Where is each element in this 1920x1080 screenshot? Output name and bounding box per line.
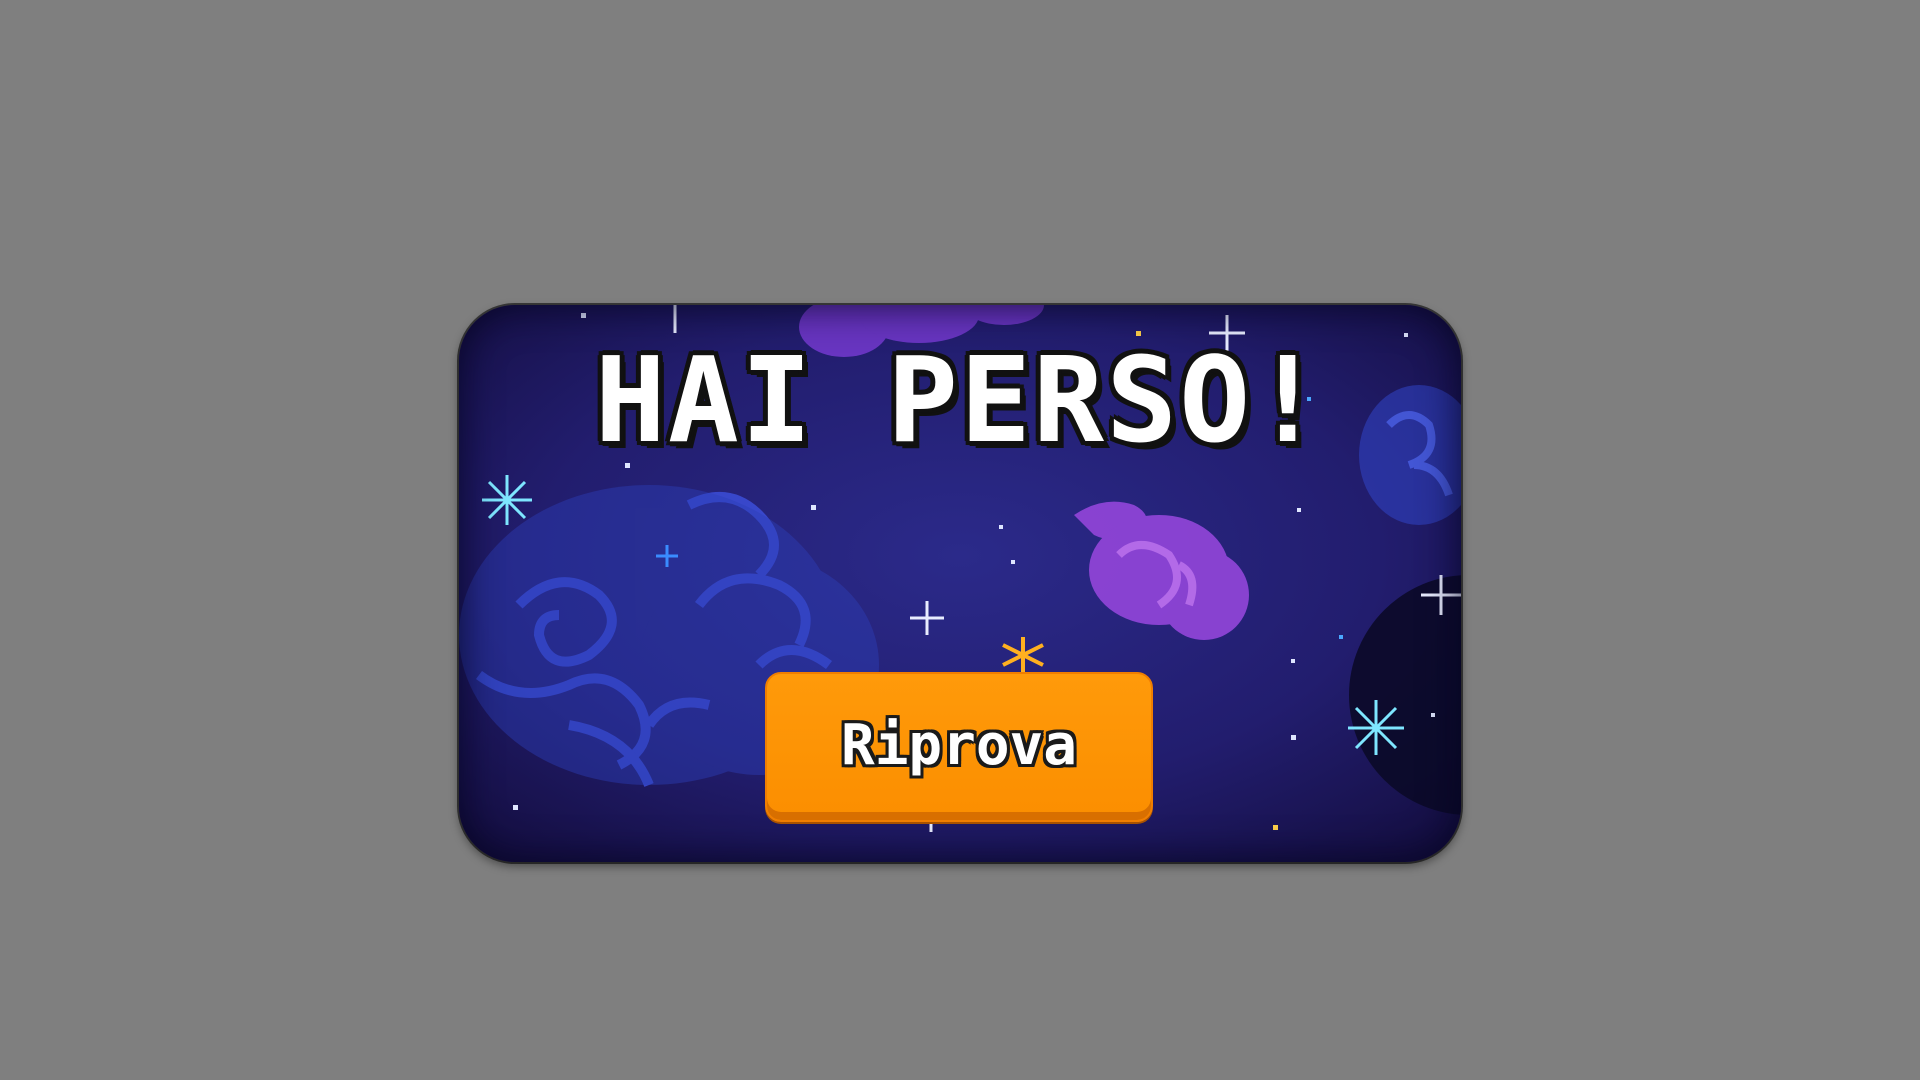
game-over-title: HAI PERSO! <box>594 331 1326 469</box>
retry-button[interactable]: Riprova <box>765 672 1153 822</box>
retry-button-label: Riprova <box>840 712 1077 778</box>
game-over-dialog: HAI PERSO! Riprova <box>459 305 1461 862</box>
game-screen: HAI PERSO! Riprova <box>0 0 1920 1080</box>
